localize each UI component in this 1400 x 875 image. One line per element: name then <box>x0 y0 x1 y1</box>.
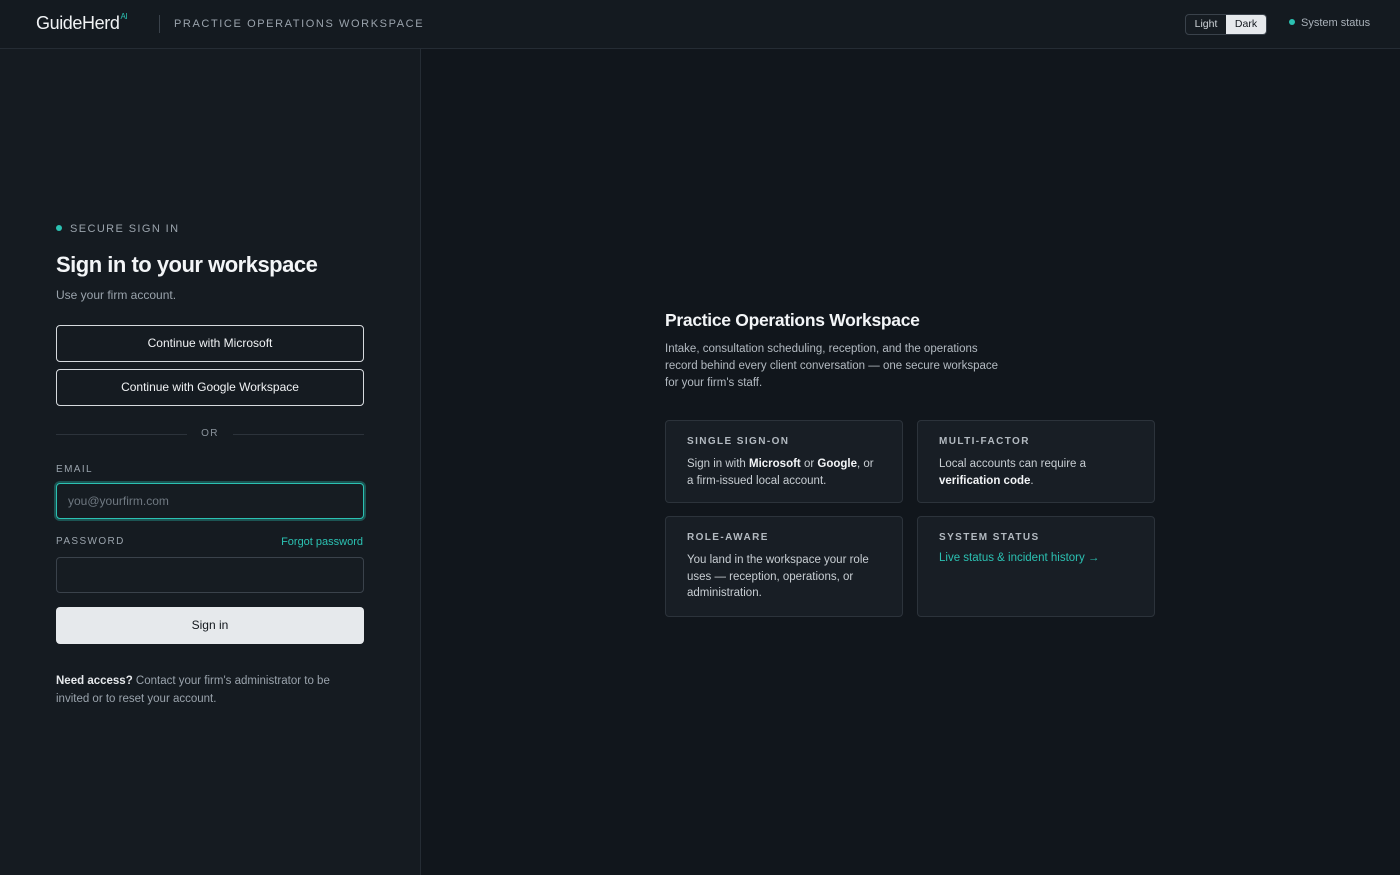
need-access-note: Need access? Contact your firm's adminis… <box>56 673 366 708</box>
need-access-heading: Need access? <box>56 675 133 687</box>
status-dot-icon <box>1289 19 1295 25</box>
card-title: MULTI-FACTOR <box>939 436 1030 447</box>
card-text: Sign in with Microsoft or Google, or a f… <box>687 458 874 487</box>
workspace-subtitle: PRACTICE OPERATIONS WORKSPACE <box>174 18 425 30</box>
feature-card-role-aware: ROLE-AWARE You land in the workspace you… <box>665 516 903 617</box>
card-title: SINGLE SIGN-ON <box>687 436 790 447</box>
secure-sign-in-eyebrow: SECURE SIGN IN <box>56 223 179 235</box>
feature-card-single-sign-on: SINGLE SIGN-ON Sign in with Microsoft or… <box>665 420 903 503</box>
theme-toggle: Light Dark <box>1185 14 1267 35</box>
top-bar: GuideHerdAI PRACTICE OPERATIONS WORKSPAC… <box>0 0 1400 49</box>
theme-light-button[interactable]: Light <box>1186 15 1226 34</box>
continue-with-google-button[interactable]: Continue with Google Workspace <box>56 369 364 406</box>
page-title: Sign in to your workspace <box>56 252 318 277</box>
system-status-label: System status <box>1301 17 1371 29</box>
page-subtitle: Use your firm account. <box>56 288 177 302</box>
password-label: PASSWORD <box>56 536 125 547</box>
secure-dot-icon <box>56 225 62 231</box>
email-label: EMAIL <box>56 464 94 475</box>
theme-dark-button[interactable]: Dark <box>1226 15 1266 34</box>
or-divider: OR <box>56 428 364 440</box>
feature-card-system-status: SYSTEM STATUS Live status & incident his… <box>917 516 1155 617</box>
sign-in-button[interactable]: Sign in <box>56 607 364 644</box>
divider-line-right <box>233 434 364 435</box>
card-title: SYSTEM STATUS <box>939 532 1040 543</box>
eyebrow-label: SECURE SIGN IN <box>70 223 180 235</box>
sign-in-panel: SECURE SIGN IN Sign in to your workspace… <box>0 49 421 875</box>
workspace-description: Intake, consultation scheduling, recepti… <box>665 343 999 389</box>
brand-ai-badge: AI <box>120 12 128 21</box>
workspace-title: Practice Operations Workspace <box>665 310 920 330</box>
email-field[interactable] <box>56 483 364 519</box>
continue-with-microsoft-button[interactable]: Continue with Microsoft <box>56 325 364 362</box>
card-text: Local accounts can require a verificatio… <box>939 458 1087 487</box>
brand-name: GuideHerd <box>36 13 120 33</box>
forgot-password-link[interactable]: Forgot password <box>281 536 363 548</box>
header-divider <box>159 15 160 33</box>
feature-card-multi-factor: MULTI-FACTOR Local accounts can require … <box>917 420 1155 503</box>
live-status-link[interactable]: Live status & incident history → <box>939 552 1133 564</box>
brand-logo[interactable]: GuideHerdAI <box>36 12 128 34</box>
system-status-link[interactable]: System status <box>1289 17 1370 29</box>
password-field[interactable] <box>56 557 364 593</box>
card-title: ROLE-AWARE <box>687 532 769 543</box>
card-text: You land in the workspace your role uses… <box>687 554 869 599</box>
